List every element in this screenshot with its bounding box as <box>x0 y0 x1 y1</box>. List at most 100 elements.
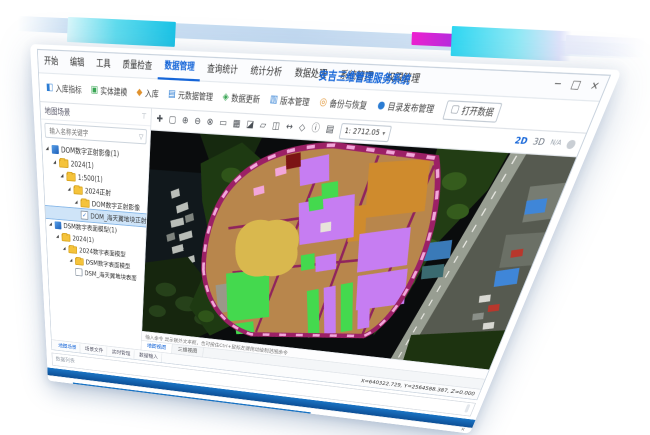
tree-label: 1:500(1) <box>78 173 103 183</box>
ribbon-label: 元数据管理 <box>178 89 214 103</box>
menu-tools[interactable]: 工具 <box>90 53 117 76</box>
ribbon-catalog-publish-button[interactable]: ● 目录发布管理 <box>376 99 436 115</box>
ribbon-open-data-button[interactable]: ▢ 打开数据 <box>442 100 503 123</box>
expand-arrow-icon[interactable]: ◢ <box>60 173 65 179</box>
tree-label: 2024(1) <box>72 234 94 243</box>
expand-arrow-icon[interactable]: ◢ <box>67 186 72 192</box>
dataset-icon <box>52 144 59 153</box>
pin-icon[interactable]: ⊤ <box>141 112 146 121</box>
rect-select-icon[interactable]: ◫ <box>271 117 281 137</box>
checkbox-unchecked-icon[interactable] <box>75 268 82 276</box>
ribbon-label: 版本管理 <box>279 94 310 108</box>
entity-modeling-icon: ▣ <box>91 85 98 95</box>
warehouse-index-icon: ◧ <box>46 83 53 93</box>
tilted-window-plane: 开始 编辑 工具 质量检查 数据管理 查询统计 统计分析 数据处理 系统管理 权… <box>30 44 622 433</box>
screenshot-page: 开始 编辑 工具 质量检查 数据管理 查询统计 统计分析 数据处理 系统管理 权… <box>0 0 650 435</box>
pan-icon[interactable]: ✚ <box>156 110 163 129</box>
expand-arrow-icon[interactable]: ◢ <box>52 159 57 165</box>
expand-arrow-icon[interactable]: ◢ <box>62 246 66 251</box>
filter-icon[interactable]: ▽ <box>139 132 144 140</box>
full-extent-icon[interactable]: ▭ <box>218 114 227 134</box>
attribute-table-icon[interactable]: ▦ <box>232 114 242 134</box>
ribbon-backup-restore-button[interactable]: ◎ 备份与恢复 <box>319 96 369 111</box>
folder-icon <box>75 257 84 265</box>
folder-icon <box>68 245 77 253</box>
scale-value: 1: 2712.05 <box>344 126 381 137</box>
ribbon-metadata-button[interactable]: ▤ 元数据管理 <box>168 88 214 103</box>
ribbon-label: 打开数据 <box>460 104 496 118</box>
scrollbar-thumb[interactable] <box>464 404 470 412</box>
layer-search-input[interactable] <box>48 125 138 141</box>
folder-icon <box>73 186 82 195</box>
folder-icon <box>81 199 90 208</box>
tree-label: 2024正射 <box>85 185 111 197</box>
menu-edit[interactable]: 编辑 <box>64 52 90 75</box>
dock-tab-map-scene[interactable]: 地图场景 <box>55 341 81 353</box>
backup-restore-icon: ◎ <box>319 98 328 109</box>
app-window: 开始 编辑 工具 质量检查 数据管理 查询统计 统计分析 数据处理 系统管理 权… <box>37 49 611 400</box>
view-extra-label: N/A <box>546 132 565 154</box>
map-column: ✚ ▢ ⊕ ⊖ ⊗ ▭ ▦ ◪ ▱ ◫ ↔ ◇ ⓘ ▤ <box>141 109 585 389</box>
ribbon-data-update-button[interactable]: ◈ 数据更新 <box>222 91 261 105</box>
measure-icon[interactable]: ↔ <box>284 118 294 138</box>
folder-icon <box>66 172 75 181</box>
checkbox-checked-icon[interactable]: ✓ <box>81 211 89 220</box>
layer-panel-title: 地图场景 <box>44 105 70 118</box>
view-2d-button[interactable]: 2D <box>511 130 531 152</box>
folder-icon <box>59 158 68 167</box>
basemap-icon[interactable]: ▤ <box>324 120 336 140</box>
chevron-down-icon: ▾ <box>382 129 387 137</box>
menu-data-management[interactable]: 数据管理 <box>158 55 202 81</box>
tree-label: 2024(1) <box>71 159 94 169</box>
ribbon-label: 数据更新 <box>231 92 261 106</box>
minimize-button[interactable]: ─ <box>550 74 564 98</box>
ribbon-label: 入库指标 <box>55 82 82 95</box>
menu-start[interactable]: 开始 <box>38 51 65 73</box>
layer-tree: ◢ DOM数字正射影像(1) ◢ 2024(1) ◢ 1:500(1) <box>42 140 149 349</box>
previous-extent-icon[interactable]: ⊗ <box>206 113 214 132</box>
decor-stripe-tail <box>565 35 646 58</box>
version-icon: ▥ <box>269 95 278 105</box>
dock-tab-data-input[interactable]: 数据输入 <box>136 350 163 362</box>
expand-arrow-icon[interactable]: ◢ <box>69 258 73 263</box>
data-list-title: 数据列表 <box>55 355 74 364</box>
ribbon-import-button[interactable]: ◆ 入库 <box>136 87 159 100</box>
close-button[interactable]: × <box>586 75 604 99</box>
decor-stripe-cyan-right <box>451 26 572 61</box>
menu-quality-check[interactable]: 质量检查 <box>117 54 159 78</box>
expand-arrow-icon[interactable]: ◢ <box>55 234 59 239</box>
box-select-icon[interactable]: ▢ <box>168 111 176 130</box>
refresh-icon[interactable]: ◇ <box>297 118 307 138</box>
expand-arrow-icon[interactable]: ◢ <box>74 199 79 205</box>
dock-tab-scene-files[interactable]: 场景文件 <box>82 344 108 356</box>
ribbon-warehouse-index-button[interactable]: ◧ 入库指标 <box>46 82 82 96</box>
maximize-button[interactable]: □ <box>566 74 584 98</box>
menu-stat-analysis[interactable]: 统计分析 <box>243 60 290 84</box>
dataset-icon <box>55 221 62 229</box>
catalog-publish-icon: ● <box>376 101 386 112</box>
close-icon[interactable]: × <box>460 427 467 433</box>
zoom-in-icon[interactable]: ⊕ <box>181 111 189 130</box>
ribbon-entity-modeling-button[interactable]: ▣ 实体建模 <box>91 84 128 98</box>
zoom-out-icon[interactable]: ⊖ <box>194 112 202 131</box>
expand-arrow-icon[interactable]: ◢ <box>48 222 53 227</box>
expand-arrow-icon[interactable]: ◢ <box>45 145 50 151</box>
dock-tab-realtime[interactable]: 实时管理 <box>108 347 134 359</box>
identify-icon[interactable]: ⓘ <box>310 119 322 139</box>
ribbon-label: 目录发布管理 <box>386 100 435 115</box>
clip-icon[interactable]: ◪ <box>245 115 255 135</box>
folder-icon <box>62 233 71 241</box>
polygon-select-icon[interactable]: ▱ <box>259 116 268 136</box>
globe-icon[interactable] <box>565 139 577 148</box>
open-data-icon: ▢ <box>449 105 460 116</box>
scale-combobox[interactable]: 1: 2712.05 ▾ <box>338 122 392 141</box>
ribbon-label: 备份与恢复 <box>329 97 369 111</box>
data-update-icon: ◈ <box>222 92 229 102</box>
window-controls: ─ □ × <box>550 74 603 100</box>
import-icon: ◆ <box>136 88 142 98</box>
view-3d-button[interactable]: 3D <box>529 131 548 153</box>
ribbon-version-button[interactable]: ▥ 版本管理 <box>269 94 311 108</box>
ribbon-label: 入库 <box>145 87 159 100</box>
menu-query-stats[interactable]: 查询统计 <box>200 58 245 82</box>
view-dimension-toggle: 2D 3D N/A <box>511 130 579 155</box>
